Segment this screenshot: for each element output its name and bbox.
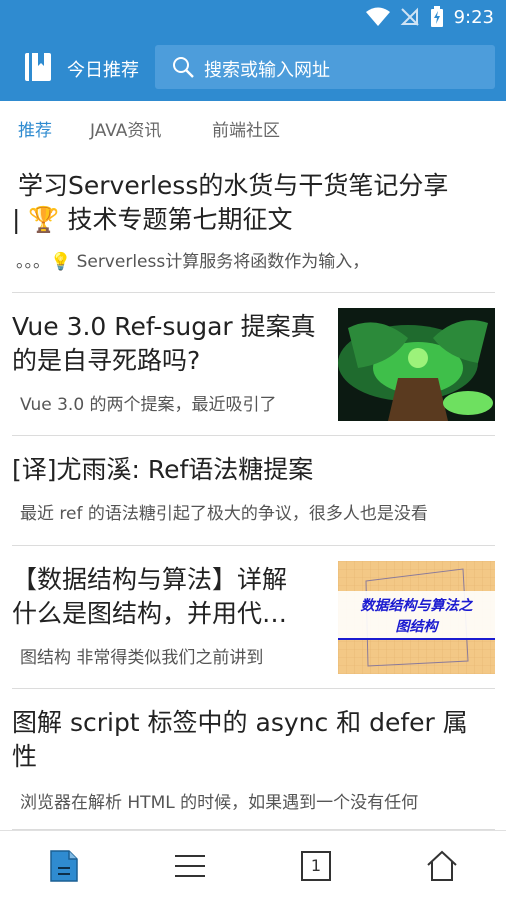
thumbnail-caption-line1: 数据结构与算法之: [360, 598, 473, 614]
article-description: 图结构 非常得类似我们之前讲到: [20, 648, 264, 668]
tabs-counter-button[interactable]: 1: [300, 849, 332, 883]
thumbnail-caption-line2: 图结构: [395, 619, 438, 635]
divider: [12, 545, 495, 546]
document-icon[interactable]: [48, 849, 80, 883]
search-input[interactable]: 搜索或输入网址: [155, 45, 495, 89]
article-thumbnail: [338, 308, 495, 421]
tab-frontend-community[interactable]: 前端社区: [212, 116, 280, 141]
tab-java-news[interactable]: JAVA资讯: [90, 116, 161, 141]
category-tabs: 推荐 JAVA资讯 前端社区: [0, 101, 506, 153]
bottom-navigation: 1: [0, 830, 506, 900]
no-signal-icon: [400, 7, 419, 26]
battery-charging-icon: [430, 6, 443, 27]
article-title-line2: 性: [12, 742, 38, 771]
divider: [12, 292, 495, 293]
article-thumbnail: 数据结构与算法之 图结构: [338, 561, 495, 674]
status-bar: 9:23: [0, 0, 506, 34]
app-title[interactable]: 今日推荐: [67, 56, 139, 82]
menu-icon[interactable]: [174, 849, 206, 883]
article-title: Vue 3.0 Ref-sugar 提案真: [12, 312, 316, 341]
article-title: 学习Serverless的水货与干货笔记分享: [18, 171, 449, 200]
list-item[interactable]: 学习Serverless的水货与干货笔记分享 | 🏆 技术专题第七期征文 。。。…: [12, 167, 495, 293]
search-icon: [173, 57, 194, 78]
article-description: 。。。💡 Serverless计算服务将函数作为输入，: [16, 252, 370, 272]
demon-hunter-image: [338, 308, 495, 421]
article-description: Vue 3.0 的两个提案，最近吸引了: [20, 395, 277, 415]
list-item[interactable]: 【数据结构与算法】详解 什么是图结构，并用代… 图结构 非常得类似我们之前讲到 …: [12, 561, 495, 674]
article-title: [译]尤雨溪: Ref语法糖提案: [12, 455, 314, 484]
list-item[interactable]: [译]尤雨溪: Ref语法糖提案 最近 ref 的语法糖引起了极大的争议，很多人…: [12, 451, 495, 531]
app-bar: 今日推荐 搜索或输入网址: [0, 34, 506, 101]
tab-recommend[interactable]: 推荐: [18, 116, 52, 141]
divider: [12, 435, 495, 436]
status-time: 9:23: [453, 6, 494, 28]
article-title: 图解 script 标签中的 async 和 defer 属: [12, 708, 468, 737]
list-item[interactable]: Vue 3.0 Ref-sugar 提案真 的是自寻死路吗? Vue 3.0 的…: [12, 308, 495, 421]
home-icon[interactable]: [426, 849, 458, 883]
status-icons: 9:23: [365, 6, 494, 28]
bookmark-book-icon[interactable]: [24, 52, 52, 82]
wifi-icon: [365, 7, 390, 26]
article-description: 浏览器在解析 HTML 的时候，如果遇到一个没有任何: [20, 793, 419, 813]
article-description: 最近 ref 的语法糖引起了极大的争议，很多人也是没看: [20, 504, 428, 524]
article-title: 【数据结构与算法】详解: [12, 565, 288, 594]
search-placeholder: 搜索或输入网址: [204, 60, 330, 81]
article-title-line2: | 🏆 技术专题第七期征文: [12, 205, 293, 234]
article-title-line2: 的是自寻死路吗?: [12, 346, 201, 375]
tabs-count: 1: [310, 856, 322, 875]
list-item[interactable]: 图解 script 标签中的 async 和 defer 属 性 浏览器在解析 …: [12, 704, 495, 824]
article-title-line2: 什么是图结构，并用代…: [12, 599, 288, 628]
divider: [12, 688, 495, 689]
